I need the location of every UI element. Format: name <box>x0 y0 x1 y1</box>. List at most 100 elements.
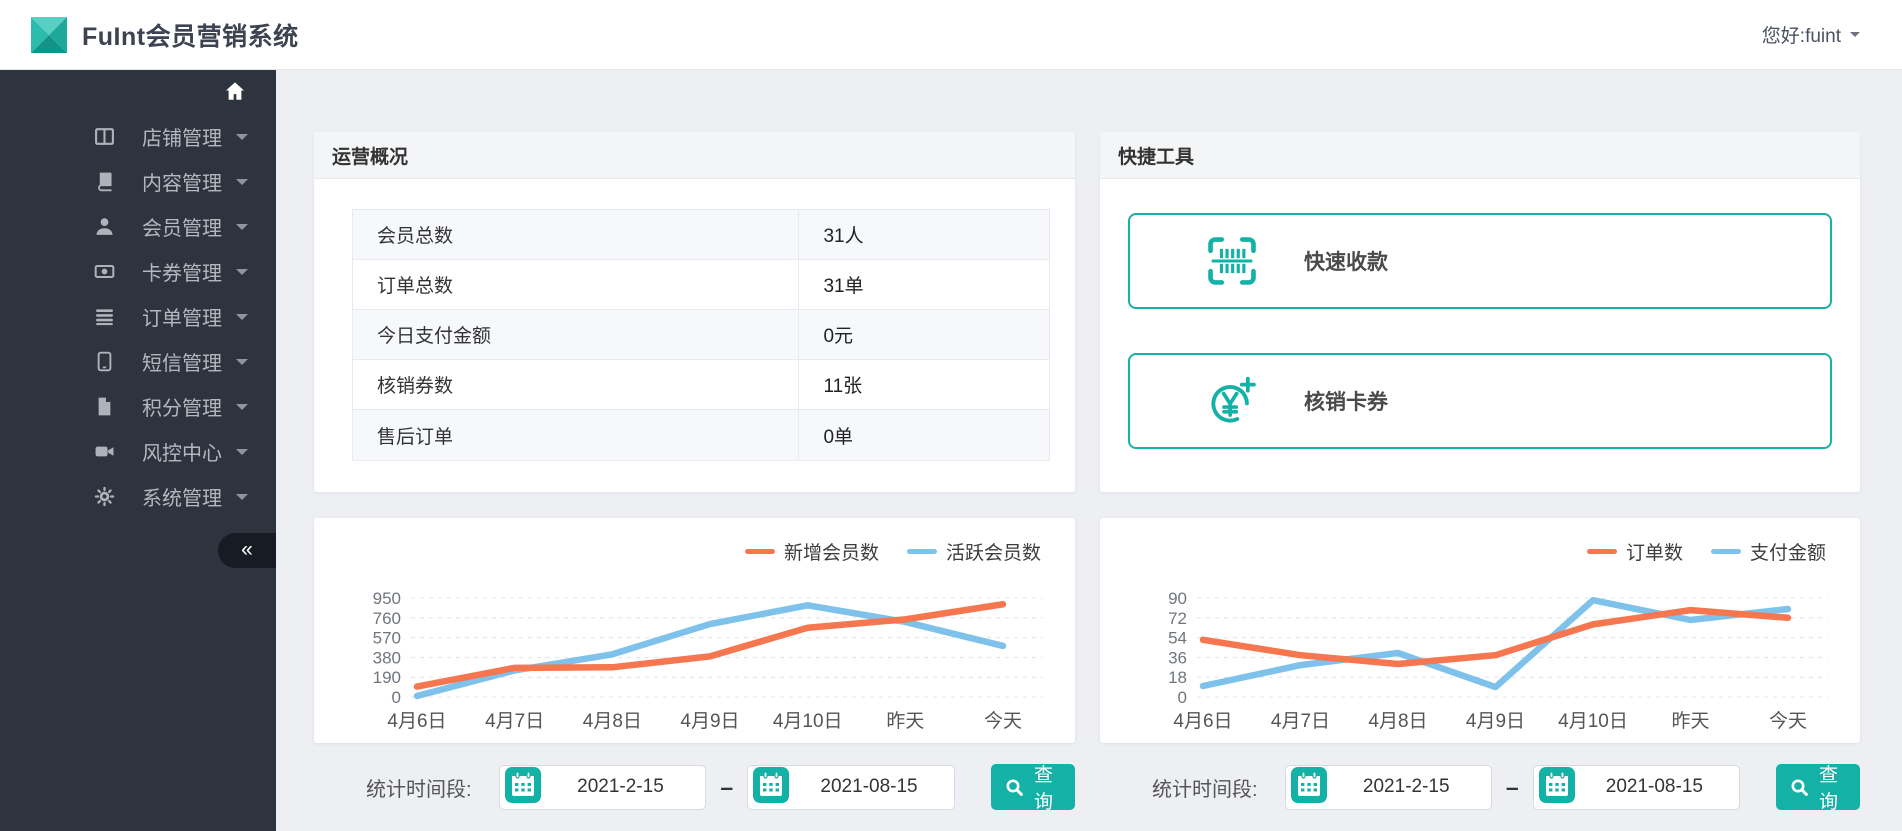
overview-row-value: 31人 <box>798 210 1049 259</box>
y-axis-tick: 54 <box>1168 629 1187 648</box>
sidebar-collapse-button[interactable]: « <box>218 533 276 568</box>
start-date-value: 2021-2-15 <box>1362 776 1450 797</box>
overview-row-value: 0单 <box>798 410 1049 460</box>
sidebar-item-label: 系统管理 <box>142 488 222 510</box>
calendar-icon <box>1290 766 1327 808</box>
calendar-icon <box>504 766 541 808</box>
end-date-input[interactable]: 2021-08-15 <box>747 764 955 810</box>
legend-item-支付金额[interactable]: 支付金额 <box>1710 538 1826 565</box>
sidebar-item-label: 内容管理 <box>142 173 222 195</box>
end-date-value: 2021-08-15 <box>1605 776 1703 797</box>
search-button-label: 查询 <box>1033 765 1053 813</box>
chevron-down-icon <box>236 403 248 416</box>
overview-row-label: 会员总数 <box>377 226 454 247</box>
y-axis-tick: 950 <box>373 589 401 608</box>
x-axis-label: 4月6日 <box>1173 711 1232 732</box>
x-axis-label: 4月8日 <box>1368 711 1427 732</box>
money-bill-icon <box>92 261 116 282</box>
overview-row-value: 11张 <box>798 360 1049 409</box>
legend-item-订单数[interactable]: 订单数 <box>1586 538 1683 565</box>
sidebar-item-积分管理[interactable]: 积分管理 <box>0 384 276 429</box>
sidebar-home-row <box>0 70 276 112</box>
sidebar-item-订单管理[interactable]: 订单管理 <box>0 294 276 339</box>
sidebar-item-风控中心[interactable]: 风控中心 <box>0 429 276 474</box>
chevron-down-icon <box>236 313 248 326</box>
date-range-dash: – <box>1505 773 1519 800</box>
sidebar-item-店铺管理[interactable]: 店铺管理 <box>0 114 276 159</box>
start-date-input[interactable]: 2021-2-15 <box>1284 764 1492 810</box>
legend-label: 订单数 <box>1625 543 1683 564</box>
user-icon <box>92 216 116 237</box>
book-icon <box>92 171 116 192</box>
tool-button-快速收款[interactable]: 快速收款 <box>1128 213 1832 309</box>
date-filter-1: 统计时间段: 2021-2-15 – 2021-08-15 查询 <box>1100 764 1861 813</box>
sidebar-item-会员管理[interactable]: 会员管理 <box>0 204 276 249</box>
x-axis-label: 4月6日 <box>387 711 446 732</box>
sidebar-item-label: 店铺管理 <box>142 128 222 150</box>
overview-row-label: 订单总数 <box>377 276 454 297</box>
gear-icon <box>92 486 116 507</box>
x-axis-label: 昨天 <box>1671 710 1709 732</box>
start-date-value: 2021-2-15 <box>577 776 664 797</box>
filter-label: 统计时间段: <box>366 778 472 801</box>
members-chart-card: 0 190 380 570 760 950 4月6日 4月7日 4月8日 4月9日 4月10日 昨天 今… <box>314 518 1075 743</box>
chevron-down-icon <box>236 358 248 371</box>
x-axis-label: 4月9日 <box>1466 711 1525 732</box>
overview-card-title: 运营概况 <box>314 132 1075 179</box>
user-dropdown[interactable]: 您好:fuint <box>1762 21 1902 48</box>
sidebar-item-卡券管理[interactable]: 卡券管理 <box>0 249 276 294</box>
sidebar-item-短信管理[interactable]: 短信管理 <box>0 339 276 384</box>
user-greeting: 您好:fuint <box>1761 26 1841 47</box>
end-date-input[interactable]: 2021-08-15 <box>1532 764 1741 810</box>
x-axis-label: 4月10日 <box>1558 711 1628 732</box>
tool-button-核销卡券[interactable]: 核销卡券 <box>1128 353 1832 449</box>
y-axis-tick: 760 <box>373 609 401 628</box>
chevron-down-icon <box>236 178 248 191</box>
orders-chart-card: 0 18 36 54 72 90 4月6日 4月7日 4月8日 4月9日 4月10日 昨天 今天 订单数 支… <box>1100 518 1860 743</box>
main-content: 运营概况 会员总数 31人 订单总数 31单 今日支付金额 0元 核销券数 11张 售后订单 0单… <box>276 70 1902 831</box>
sidebar-item-label: 会员管理 <box>142 218 222 240</box>
sidebar-item-系统管理[interactable]: 系统管理 <box>0 474 276 519</box>
home-icon[interactable] <box>224 80 246 102</box>
sidebar-menu: 店铺管理内容管理会员管理卡券管理订单管理短信管理积分管理风控中心系统管理 <box>0 114 276 519</box>
y-axis-tick: 90 <box>1168 589 1187 608</box>
y-axis-tick: 0 <box>1178 688 1187 707</box>
search-button[interactable]: 查询 <box>1776 764 1861 813</box>
search-button[interactable]: 查询 <box>990 764 1076 813</box>
logo-area: FuInt会员营销系统 <box>0 16 299 54</box>
chart-legend: 订单数 支付金额 <box>1586 538 1826 565</box>
end-date-value: 2021-08-15 <box>820 776 918 797</box>
legend-swatch <box>1710 549 1741 554</box>
sidebar-item-label: 订单管理 <box>142 308 222 330</box>
sidebar-item-内容管理[interactable]: 内容管理 <box>0 159 276 204</box>
calendar-icon <box>753 766 790 808</box>
sidebar: 店铺管理内容管理会员管理卡券管理订单管理短信管理积分管理风控中心系统管理 « <box>0 70 276 831</box>
quick-tools-card-title: 快捷工具 <box>1100 132 1860 179</box>
x-axis-label: 今天 <box>984 710 1022 732</box>
filter-label: 统计时间段: <box>1152 778 1258 801</box>
chevron-down-icon <box>236 268 248 281</box>
legend-label: 新增会员数 <box>783 543 879 564</box>
search-icon <box>1005 778 1024 797</box>
legend-label: 支付金额 <box>1749 543 1826 564</box>
legend-item-新增会员数[interactable]: 新增会员数 <box>744 538 879 565</box>
list-icon <box>92 306 116 327</box>
legend-item-活跃会员数[interactable]: 活跃会员数 <box>906 538 1041 565</box>
start-date-input[interactable]: 2021-2-15 <box>498 764 707 810</box>
x-axis-label: 4月7日 <box>485 711 544 732</box>
overview-row-今日支付金额: 今日支付金额 0元 <box>353 310 1049 360</box>
x-axis-label: 4月7日 <box>1271 711 1330 732</box>
sidebar-item-label: 积分管理 <box>142 398 222 420</box>
chevron-down-icon <box>236 223 248 236</box>
legend-label: 活跃会员数 <box>945 543 1041 564</box>
app-title: FuInt会员营销系统 <box>82 22 299 51</box>
chevron-down-icon <box>236 493 248 506</box>
sidebar-item-label: 短信管理 <box>142 353 222 375</box>
legend-swatch <box>906 549 937 554</box>
video-camera-icon <box>92 441 116 462</box>
tool-button-label: 核销卡券 <box>1304 391 1388 414</box>
mobile-icon <box>92 351 116 372</box>
file-icon <box>92 396 116 417</box>
sidebar-item-label: 卡券管理 <box>142 263 222 285</box>
store-columns-icon <box>92 126 116 147</box>
